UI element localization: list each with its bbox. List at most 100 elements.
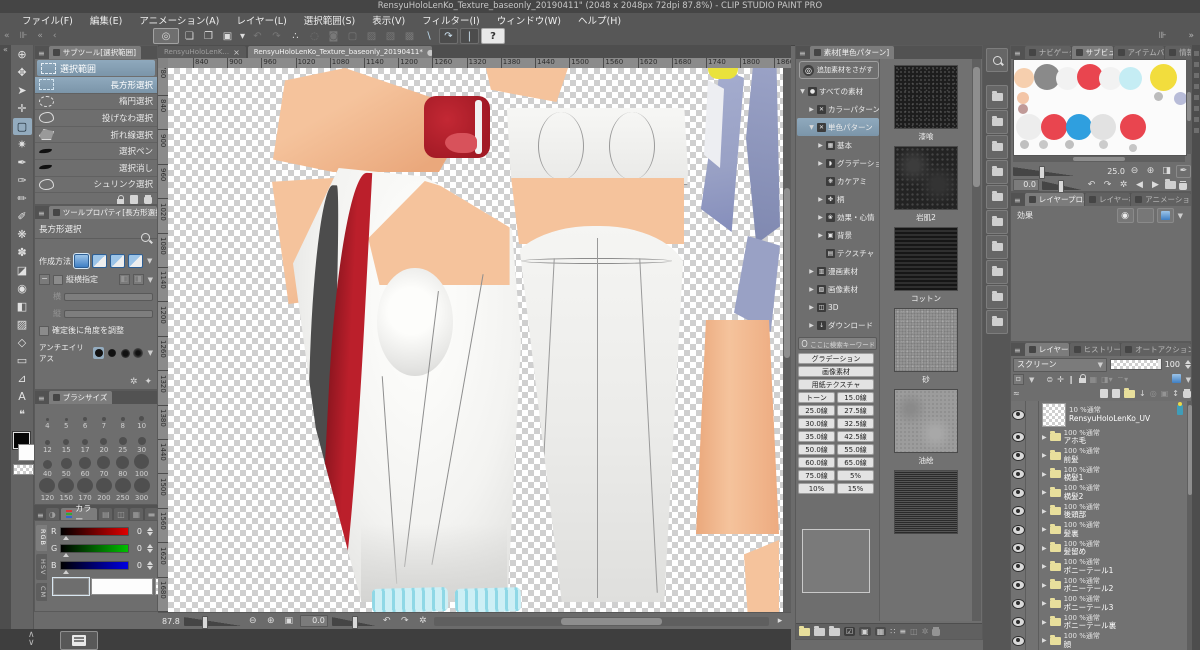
brush-size-120[interactable]: 120 xyxy=(38,478,57,502)
rotate-ccw-button[interactable]: ↶ xyxy=(380,615,394,627)
tree-expand-icon[interactable]: ▶ xyxy=(817,142,824,149)
step-down-icon[interactable] xyxy=(147,531,153,536)
slider-stepper[interactable] xyxy=(147,543,153,553)
layer-row[interactable]: ▶ 100 %通常 髪裏 xyxy=(1011,520,1187,540)
fill-tool[interactable]: ◧ xyxy=(13,298,32,315)
snap-to-special-ruler-button[interactable]: ↷ xyxy=(439,28,458,44)
menu-item-8[interactable]: ウィンドウ(W) xyxy=(497,13,561,27)
material-tree-item-6[interactable]: ❋ カケアミ xyxy=(797,172,879,190)
rotation-slider[interactable] xyxy=(331,615,376,629)
layer-row[interactable]: ▶ 100 %通常 横髪2 xyxy=(1011,483,1187,503)
eyedropper-tool[interactable]: ✒ xyxy=(13,154,32,171)
save-dropdown-button[interactable]: ▾ xyxy=(238,29,247,43)
clip-to-layer-icon[interactable]: ⊜ xyxy=(1046,375,1053,384)
zoom-in-button[interactable]: ⊕ xyxy=(1144,166,1157,177)
brush-size-7[interactable]: 7 xyxy=(95,406,114,430)
brush-size-10[interactable]: 10 xyxy=(132,406,151,430)
tree-expand-icon[interactable]: ▶ xyxy=(817,160,824,167)
step-up-icon[interactable] xyxy=(147,526,153,531)
new-folder-icon[interactable] xyxy=(799,625,810,636)
main-color-swatch[interactable] xyxy=(52,577,90,596)
opacity-stepper[interactable] xyxy=(1185,360,1191,369)
brush-tool[interactable]: ✐ xyxy=(13,208,32,225)
material-tag-18[interactable]: 10% xyxy=(798,483,835,494)
material-tag-2[interactable]: 画像素材 xyxy=(798,366,874,377)
material-tag-7[interactable]: 27.5線 xyxy=(837,405,874,416)
timeline-thumbnail-button[interactable] xyxy=(60,631,98,650)
panel-menu-icon[interactable]: ≡ xyxy=(38,49,45,58)
material-item-4[interactable]: 砂 xyxy=(886,308,966,384)
material-tree-item-2[interactable]: ▶ ✕ カラーパターン xyxy=(797,100,879,118)
material-tag-3[interactable]: 用紙テクスチャ xyxy=(798,379,874,390)
color-tab-hsv[interactable]: HSV xyxy=(36,554,47,580)
new-layer-icon[interactable] xyxy=(1100,389,1109,398)
create-method-add[interactable] xyxy=(92,254,107,268)
tree-expand-icon[interactable]: ▶ xyxy=(817,214,824,221)
layer-visibility-toggle[interactable] xyxy=(1011,613,1026,632)
trash-icon[interactable] xyxy=(1179,180,1187,190)
tree-expand-icon[interactable]: ▶ xyxy=(808,322,815,329)
brush-size-5[interactable]: 5 xyxy=(57,406,76,430)
move-hand-tool[interactable]: ✥ xyxy=(13,64,32,81)
open-clip-studio-button[interactable]: ◎ xyxy=(153,28,179,44)
layer-visibility-toggle[interactable] xyxy=(1011,631,1026,650)
empty-material-slot[interactable] xyxy=(802,529,870,593)
panel-menu-icon[interactable]: ≡ xyxy=(799,49,806,58)
brush-size-300[interactable]: 300 xyxy=(132,478,151,502)
dock-tab-mark[interactable] xyxy=(1193,62,1199,67)
find-more-materials-button[interactable]: ◎ 追加素材をさがす xyxy=(799,61,879,79)
pen-tool[interactable]: ✑ xyxy=(13,172,32,189)
snap-to-grid-button[interactable]: ❘ xyxy=(460,28,479,44)
tone-effect-icon[interactable] xyxy=(1136,208,1154,223)
ruler-icon[interactable]: ⌔▾ xyxy=(1117,375,1129,385)
brush-size-100[interactable]: 100 xyxy=(132,454,151,478)
small-grid-view-icon[interactable]: ∷ xyxy=(890,627,895,636)
new-vector-layer-icon[interactable] xyxy=(1112,389,1121,398)
layer-visibility-toggle[interactable] xyxy=(1011,401,1026,428)
gradient-tool[interactable]: ▨ xyxy=(13,316,32,333)
layer-move-tool[interactable]: ✛ xyxy=(13,100,32,117)
gear-icon[interactable]: ✲ xyxy=(922,627,929,636)
material-tree-item-11[interactable]: ▶ ▥ 漫画素材 xyxy=(797,262,879,280)
material-tag-8[interactable]: 30.0線 xyxy=(798,418,835,429)
layer-row[interactable]: ▶ 100 %通常 前髪 xyxy=(1011,446,1187,466)
tree-expand-icon[interactable]: ▶ xyxy=(817,196,824,203)
opacity-slider[interactable] xyxy=(1110,359,1162,370)
rotate-cw-button[interactable]: ↷ xyxy=(398,615,412,627)
brush-size-17[interactable]: 17 xyxy=(76,430,95,454)
reset-view-button[interactable]: ✲ xyxy=(1117,180,1130,191)
subview-zoom-slider[interactable] xyxy=(1013,165,1075,179)
zoom-tool[interactable]: ⊕ xyxy=(13,46,32,63)
chevron-down-icon[interactable]: ▼ xyxy=(148,349,153,357)
dock-tab-mark[interactable] xyxy=(1193,73,1199,78)
layer-visibility-toggle[interactable] xyxy=(1011,594,1026,613)
balloon-tool[interactable]: ❝ xyxy=(13,406,32,423)
length-icon[interactable]: ◨ xyxy=(132,274,144,285)
antialias-none[interactable] xyxy=(93,347,104,359)
layer-visibility-toggle[interactable] xyxy=(1011,428,1026,447)
tree-expand-icon[interactable]: ▶ xyxy=(808,286,815,293)
material-tag-11[interactable]: 42.5線 xyxy=(837,431,874,442)
layer-expand-arrow[interactable]: ▶ xyxy=(1042,526,1047,533)
operation-tool[interactable]: ➤ xyxy=(13,82,32,99)
document-tab-2[interactable]: RensyuHoloLenKo_Texture_baseonly_2019041… xyxy=(247,46,432,58)
tab-approximate-color[interactable]: ▦ xyxy=(129,508,143,520)
reselect-button[interactable]: ◌ xyxy=(306,29,323,43)
transparent-color-swatch[interactable] xyxy=(13,464,34,475)
right-dock-strip[interactable] xyxy=(1192,45,1200,650)
panel-menu-icon[interactable]: ≡ xyxy=(1014,346,1021,355)
layer-checkbox-cell[interactable] xyxy=(1026,502,1039,521)
layer-visibility-toggle[interactable] xyxy=(1011,539,1026,558)
brush-size-6[interactable]: 6 xyxy=(76,406,95,430)
palette-combo-icon[interactable]: ▫ xyxy=(1013,374,1024,385)
material-tree-item-9[interactable]: ▶ ▣ 背景 xyxy=(797,226,879,244)
material-dock-gradient[interactable] xyxy=(986,160,1008,184)
material-tree-item-5[interactable]: ▶◗グラデーション xyxy=(797,154,879,172)
canvas-viewport[interactable] xyxy=(168,68,783,612)
rotate-cw-button[interactable]: ↷ xyxy=(1101,180,1114,191)
layer-checkbox-cell[interactable] xyxy=(1026,576,1039,595)
dock-tab-mark[interactable] xyxy=(1193,128,1199,133)
tree-expand-icon[interactable]: ▶ xyxy=(817,232,824,239)
subview-rotation-slider[interactable] xyxy=(1042,179,1082,193)
subtool-item-3[interactable]: 投げなわ選択 xyxy=(35,110,157,127)
